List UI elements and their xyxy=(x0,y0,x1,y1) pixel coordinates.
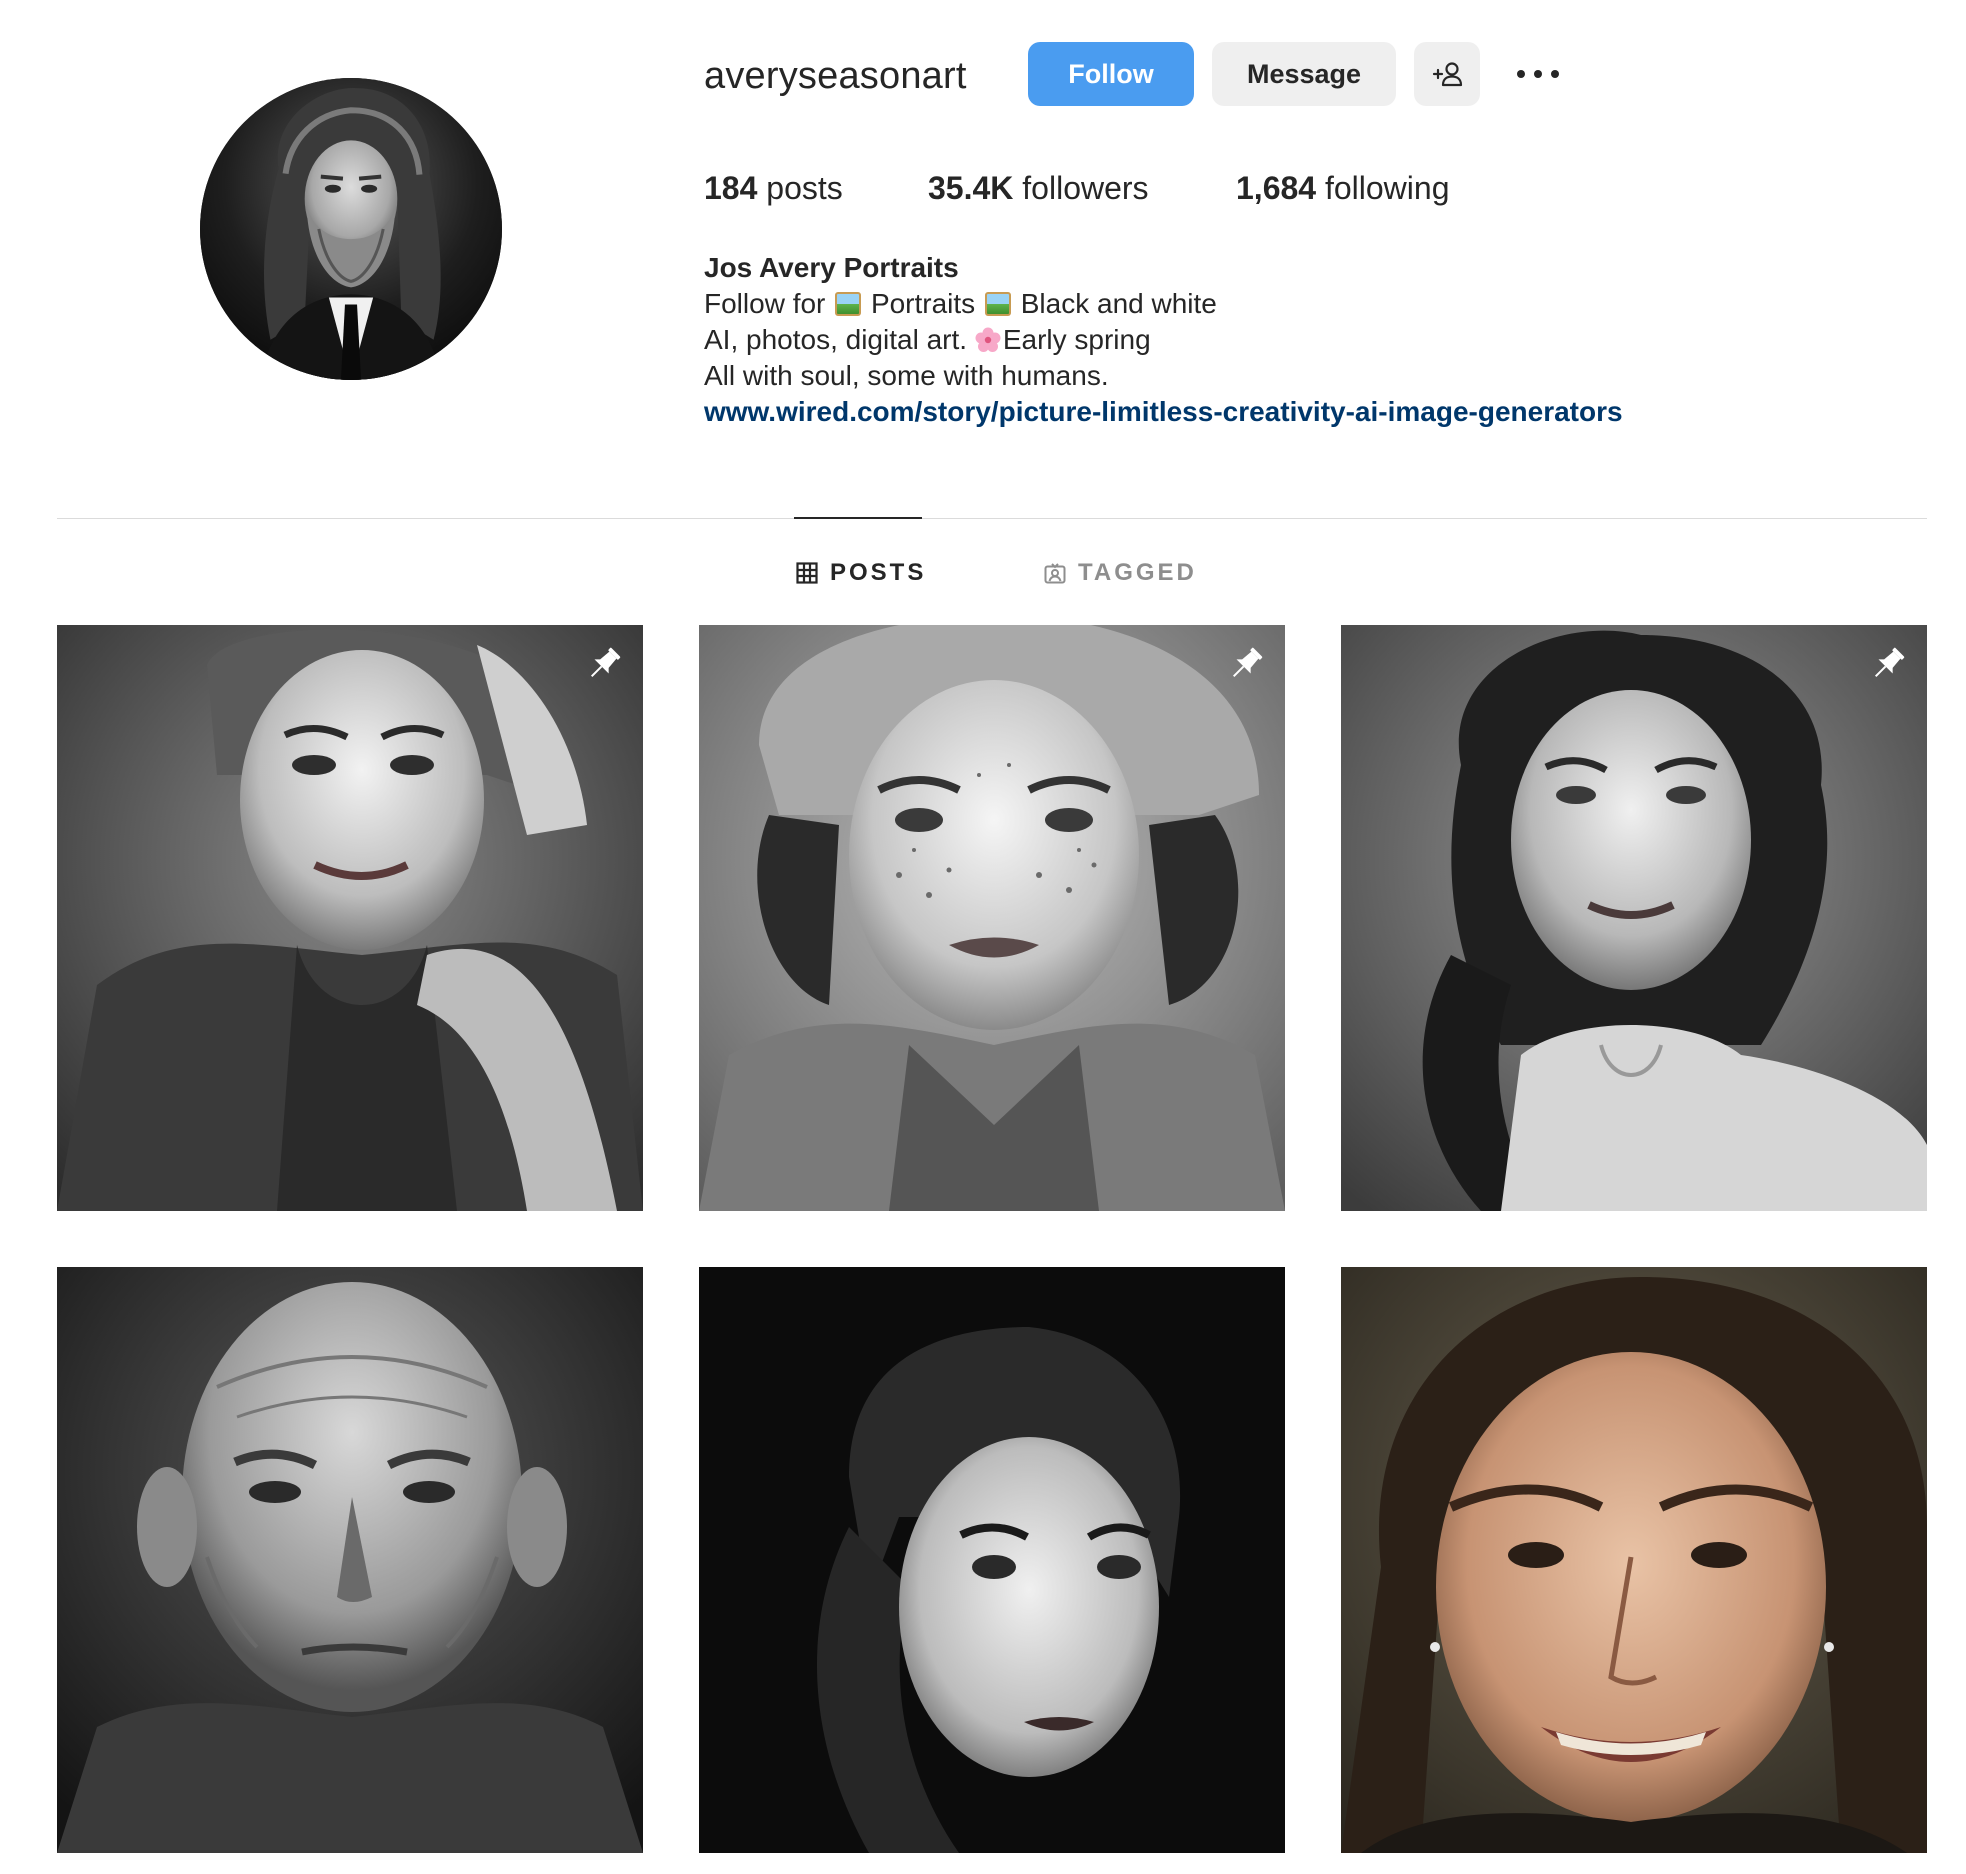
active-tab-indicator xyxy=(794,517,922,519)
bio-line-2-text-a: AI, photos, digital art. xyxy=(704,324,968,355)
person-add-icon xyxy=(1432,62,1463,87)
profile-bio: Jos Avery Portraits Follow for Portraits… xyxy=(704,250,1623,430)
profile-page: averyseasonart Follow Message 184 posts … xyxy=(0,0,1966,1874)
smiling-woman-photo xyxy=(1341,1267,1927,1853)
tagged-icon xyxy=(1044,563,1066,584)
posts-count: 184 posts xyxy=(704,166,843,210)
avatar-portrait xyxy=(200,78,502,380)
post-tile[interactable] xyxy=(1341,1267,1927,1853)
bio-link-row: www.wired.com/story/picture-limitless-cr… xyxy=(704,394,1623,430)
bio-line-1-text-c: Black and white xyxy=(1020,288,1217,319)
pinned-icon xyxy=(1232,647,1263,678)
follow-button[interactable]: Follow xyxy=(1028,42,1194,106)
followers-count-label: followers xyxy=(1022,170,1149,206)
tab-tagged[interactable]: TAGGED xyxy=(1044,556,1197,590)
followers-count[interactable]: 35.4K followers xyxy=(928,166,1149,210)
woman-with-dark-curls-photo xyxy=(699,1267,1285,1853)
grid-icon xyxy=(796,562,818,584)
tab-posts[interactable]: POSTS xyxy=(796,556,926,590)
framed-picture-icon xyxy=(984,292,1011,316)
pinned-icon xyxy=(1874,647,1905,678)
tabs-divider xyxy=(57,518,1927,519)
freckled-woman-photo xyxy=(699,625,1285,1211)
woman-with-scarf-photo xyxy=(57,625,643,1211)
followers-count-value: 35.4K xyxy=(928,170,1014,206)
bio-line-1-text-b: Portraits xyxy=(870,288,976,319)
tab-tagged-label: TAGGED xyxy=(1078,559,1197,586)
bio-line-1-text-a: Follow for xyxy=(704,288,826,319)
bio-line-1: Follow for Portraits Black and white xyxy=(704,286,1623,322)
bio-display-name: Jos Avery Portraits xyxy=(704,252,959,283)
following-count[interactable]: 1,684 following xyxy=(1236,166,1449,210)
following-count-label: following xyxy=(1324,170,1450,206)
following-count-value: 1,684 xyxy=(1236,170,1317,206)
profile-username: averyseasonart xyxy=(704,55,967,97)
bio-link[interactable]: www.wired.com/story/picture-limitless-cr… xyxy=(704,396,1623,427)
posts-count-label: posts xyxy=(766,170,843,206)
posts-count-value: 184 xyxy=(704,170,758,206)
more-options-button[interactable] xyxy=(1506,50,1570,98)
bio-line-3: All with soul, some with humans. xyxy=(704,360,1109,391)
bio-line-2: AI, photos, digital art. Early spring xyxy=(704,322,1623,358)
post-tile[interactable] xyxy=(699,1267,1285,1853)
bio-line-2-text-b: Early spring xyxy=(1002,324,1151,355)
post-tile[interactable] xyxy=(699,625,1285,1211)
post-tile[interactable] xyxy=(57,625,643,1211)
framed-picture-icon xyxy=(835,292,862,316)
pinned-icon xyxy=(590,647,621,678)
more-options-icon xyxy=(1517,70,1559,78)
post-tile[interactable] xyxy=(1341,625,1927,1211)
message-button[interactable]: Message xyxy=(1212,42,1396,106)
cherry-blossom-icon xyxy=(975,327,1001,352)
tab-posts-label: POSTS xyxy=(830,559,927,586)
suggest-users-button[interactable] xyxy=(1414,42,1480,106)
woman-with-wavy-hair-photo xyxy=(1341,625,1927,1211)
post-tile[interactable] xyxy=(57,1267,643,1853)
elderly-man-photo xyxy=(57,1267,643,1853)
profile-avatar[interactable] xyxy=(200,78,502,380)
